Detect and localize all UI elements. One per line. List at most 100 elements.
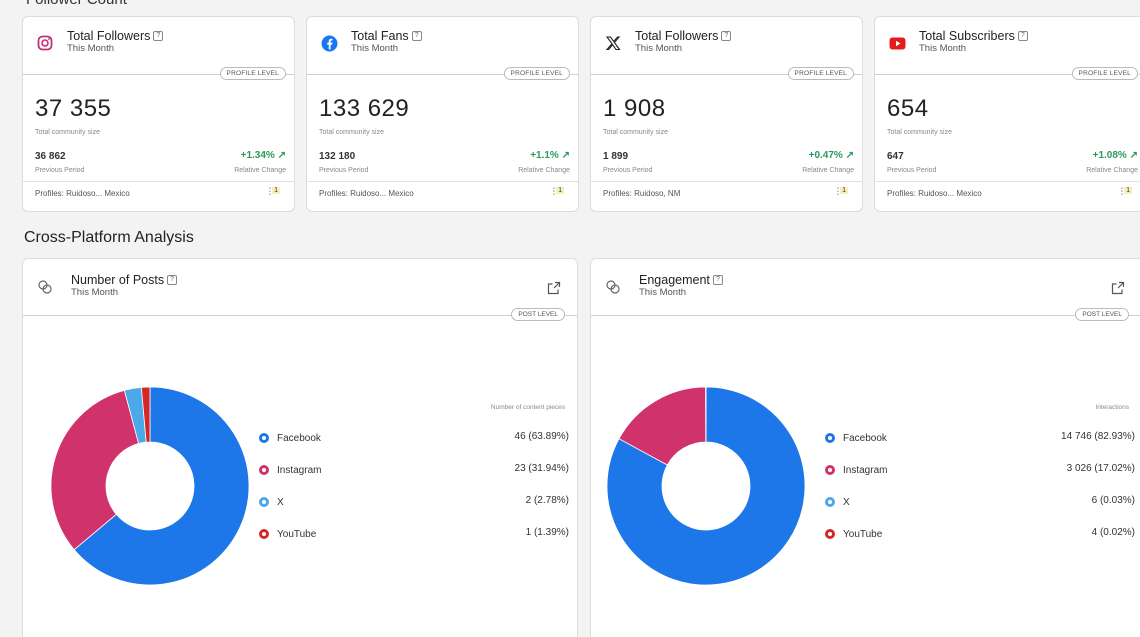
relative-change-label: Relative Change — [518, 167, 570, 174]
profile-level-badge: PROFILE LEVEL — [503, 67, 570, 80]
relative-change: +1.1% ↗ — [530, 150, 570, 161]
export-icon[interactable] — [1111, 281, 1125, 300]
profiles-label: Profiles: Ruidoso... Mexico — [319, 189, 414, 198]
legend-value: 1 (1.39%) — [525, 527, 569, 538]
kpi-period: This Month — [919, 43, 966, 54]
kpi-card-youtube: Total Subscribers? This Month PROFILE LE… — [874, 16, 1140, 212]
previous-value: 36 862 — [35, 151, 66, 162]
filter-icon: ⫶ — [1120, 187, 1124, 198]
kpi-value-label: Total community size — [603, 129, 668, 136]
legend-label: X — [843, 496, 850, 508]
legend-label: X — [277, 496, 284, 508]
legend-value: 2 (2.78%) — [525, 495, 569, 506]
profiles-label: Profiles: Ruidoso... Mexico — [887, 189, 982, 198]
profile-level-badge: PROFILE LEVEL — [219, 67, 286, 80]
legend-item-x[interactable]: X — [259, 495, 284, 509]
help-icon[interactable]: ? — [1017, 31, 1028, 41]
legend-dot — [825, 497, 835, 507]
previous-label: Previous Period — [35, 167, 85, 174]
kpi-value-label: Total community size — [887, 129, 952, 136]
previous-label: Previous Period — [603, 167, 653, 174]
help-icon[interactable]: ? — [712, 275, 723, 285]
kpi-value: 133 629 — [319, 95, 410, 122]
kpi-title: Total Subscribers — [919, 29, 1015, 43]
legend-dot — [825, 465, 835, 475]
filter-button[interactable]: ⫶ 1 — [269, 187, 280, 198]
relative-change-label: Relative Change — [234, 167, 286, 174]
legend-label: Facebook — [277, 432, 321, 444]
legend-value: 23 (31.94%) — [514, 463, 569, 474]
legend-item-facebook[interactable]: Facebook — [259, 431, 321, 445]
divider — [591, 181, 862, 182]
cross-platform-icon — [37, 279, 57, 300]
export-icon[interactable] — [547, 281, 561, 300]
panel-period: This Month — [639, 287, 686, 298]
divider — [23, 181, 294, 182]
section-title: Cross-Platform Analysis — [24, 229, 194, 246]
relative-change-label: Relative Change — [802, 167, 854, 174]
previous-label: Previous Period — [319, 167, 369, 174]
legend-dot — [259, 465, 269, 475]
profiles-label: Profiles: Ruidoso... Mexico — [35, 189, 130, 198]
x-icon — [603, 33, 623, 53]
trend-up-icon: ↗ — [1129, 150, 1138, 161]
panel-title: Engagement — [639, 273, 710, 287]
help-icon[interactable]: ? — [167, 275, 178, 285]
kpi-title: Total Followers — [67, 29, 151, 43]
legend-value: 6 (0.03%) — [1091, 495, 1135, 506]
legend-item-x[interactable]: X — [825, 495, 850, 509]
divider — [875, 181, 1140, 182]
legend-header: Interactions — [1095, 404, 1129, 411]
divider — [23, 315, 577, 316]
legend-dot — [259, 497, 269, 507]
profiles-label: Profiles: Ruidoso, NM — [603, 189, 681, 198]
cross-platform-icon — [605, 279, 625, 300]
legend-item-facebook[interactable]: Facebook — [825, 431, 887, 445]
legend-dot — [825, 433, 835, 443]
filter-count: 1 — [840, 187, 848, 194]
posts-donut-chart — [50, 386, 250, 586]
profile-level-badge: PROFILE LEVEL — [1071, 67, 1138, 80]
youtube-icon — [887, 33, 907, 53]
filter-button[interactable]: ⫶ 1 — [837, 187, 848, 198]
legend-item-youtube[interactable]: YouTube — [825, 527, 882, 541]
relative-change: +1.34% ↗ — [240, 150, 286, 161]
filter-button[interactable]: ⫶ 1 — [1121, 187, 1132, 198]
filter-button[interactable]: ⫶ 1 — [553, 187, 564, 198]
section-title: Follower Count — [26, 0, 127, 8]
legend-value: 4 (0.02%) — [1091, 527, 1135, 538]
previous-label: Previous Period — [887, 167, 937, 174]
kpi-value-label: Total community size — [319, 129, 384, 136]
filter-icon: ⫶ — [836, 187, 840, 198]
legend-item-instagram[interactable]: Instagram — [259, 463, 321, 477]
kpi-card-facebook: Total Fans? This Month PROFILE LEVEL 133… — [306, 16, 579, 212]
filter-count: 1 — [556, 187, 564, 194]
help-icon[interactable]: ? — [411, 31, 422, 41]
legend-label: Instagram — [843, 464, 888, 476]
previous-value: 132 180 — [319, 151, 356, 162]
filter-count: 1 — [1124, 187, 1132, 194]
legend-header: Number of content pieces — [490, 404, 565, 411]
legend-label: YouTube — [843, 528, 883, 540]
kpi-title: Total Fans — [351, 29, 409, 43]
profile-level-badge: PROFILE LEVEL — [787, 67, 854, 80]
legend-value: 46 (63.89%) — [514, 431, 569, 442]
legend-item-instagram[interactable]: Instagram — [825, 463, 887, 477]
kpi-period: This Month — [67, 43, 114, 54]
filter-icon: ⫶ — [552, 187, 556, 198]
help-icon[interactable]: ? — [721, 31, 732, 41]
kpi-period: This Month — [635, 43, 682, 54]
help-icon[interactable]: ? — [153, 31, 164, 41]
relative-change: +1.08% ↗ — [1092, 150, 1138, 161]
legend-label: Instagram — [277, 464, 322, 476]
legend-label: YouTube — [277, 528, 317, 540]
kpi-period: This Month — [351, 43, 398, 54]
engagement-donut-chart — [606, 386, 806, 586]
engagement-panel: Engagement? This Month POST LEVEL Intera… — [590, 258, 1140, 637]
trend-up-icon: ↗ — [845, 150, 854, 161]
trend-up-icon: ↗ — [277, 150, 286, 161]
legend-dot — [259, 529, 269, 539]
panel-title: Number of Posts — [71, 273, 165, 287]
legend-item-youtube[interactable]: YouTube — [259, 527, 316, 541]
legend-dot — [259, 433, 269, 443]
